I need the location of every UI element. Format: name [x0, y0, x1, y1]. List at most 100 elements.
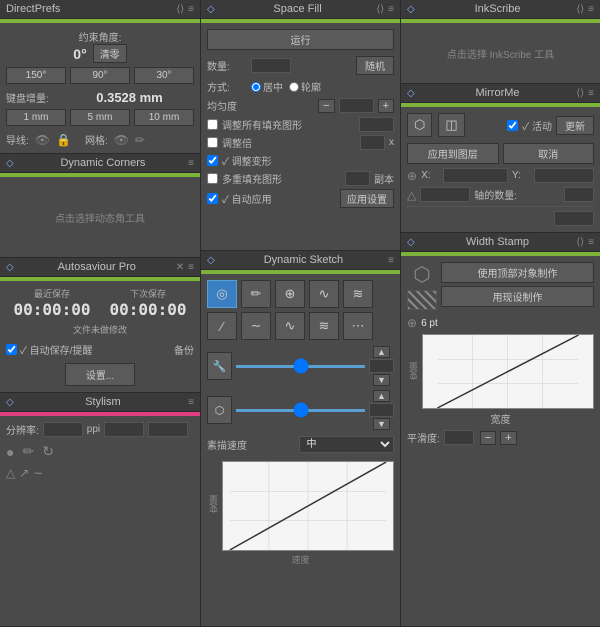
- slider-1[interactable]: [236, 365, 365, 368]
- res-input-1[interactable]: 300: [43, 422, 83, 437]
- cb1-checkbox[interactable]: [207, 119, 218, 130]
- inkscribe-collapse-icon[interactable]: ⟨⟩: [576, 4, 584, 15]
- tool-tilde[interactable]: ≋: [343, 280, 373, 308]
- slider1-up[interactable]: ▲: [373, 346, 390, 358]
- inkscribe-menu-icon[interactable]: ≡: [588, 4, 594, 15]
- copies-input[interactable]: 2: [345, 171, 370, 186]
- lock-icon[interactable]: 🔒: [56, 133, 71, 147]
- tool-circle[interactable]: ◎: [207, 280, 237, 308]
- percent-input[interactable]: 85%: [554, 211, 594, 226]
- auto-save-checkbox-label[interactable]: ✓ 自动保存/提醒: [6, 342, 92, 357]
- dynamic-sketch-header[interactable]: ◇ Dynamic Sketch ≡: [201, 251, 400, 270]
- slider1-down[interactable]: ▼: [373, 374, 390, 386]
- cb2-checkbox[interactable]: [207, 137, 218, 148]
- widthstamp-menu-icon[interactable]: ≡: [588, 237, 594, 248]
- edges-input[interactable]: 3: [564, 187, 594, 202]
- shape-icon2[interactable]: ⬡: [207, 396, 232, 424]
- tool-dots[interactable]: ⋯: [343, 312, 373, 340]
- active-checkbox[interactable]: [507, 120, 518, 131]
- menu-icon[interactable]: ≡: [188, 4, 194, 15]
- uniform-minus-btn[interactable]: −: [318, 99, 334, 113]
- collapse-icon[interactable]: ⟨⟩: [176, 4, 184, 15]
- tool-wave2[interactable]: ∿: [275, 312, 305, 340]
- widthstamp-main-icon[interactable]: ⬡: [413, 262, 430, 287]
- cb4-checkbox[interactable]: [207, 173, 218, 184]
- apply-settings-btn[interactable]: 应用设置: [340, 189, 394, 208]
- tool-plus[interactable]: ⊕: [275, 280, 305, 308]
- smooth-plus-btn[interactable]: +: [500, 431, 516, 445]
- mirrorme-header[interactable]: ◇ MirrorMe ⟨⟩ ≡: [401, 84, 600, 103]
- mirrorme-menu-icon[interactable]: ≡: [588, 88, 594, 99]
- apply-map-btn[interactable]: 应用到图层: [407, 143, 499, 164]
- x-input[interactable]: -34.572 mm: [443, 168, 508, 183]
- mirror-layers-btn[interactable]: ◫: [438, 113, 464, 137]
- autosaviour-menu-icon[interactable]: ≡: [188, 262, 194, 273]
- update-button[interactable]: 更新: [556, 116, 594, 135]
- angle-150-btn[interactable]: 150°: [6, 67, 66, 84]
- slider2-val[interactable]: 50: [369, 403, 394, 417]
- refresh-icon[interactable]: ↻: [42, 443, 54, 460]
- kerning-5mm-btn[interactable]: 5 mm: [70, 109, 130, 126]
- pct1-input[interactable]: 100%: [359, 117, 394, 132]
- smooth-input[interactable]: 1: [444, 430, 474, 445]
- ws-btn1[interactable]: 使用顶部对象制作: [441, 262, 594, 283]
- grid-eye-icon[interactable]: 👁: [114, 133, 129, 147]
- ws-btn2[interactable]: 用现设制作: [441, 286, 594, 307]
- slider2-down[interactable]: ▼: [373, 418, 390, 430]
- tool-pen[interactable]: ✏: [241, 280, 271, 308]
- widthstamp-collapse-icon[interactable]: ⟨⟩: [576, 237, 584, 248]
- random-button[interactable]: 随机: [356, 56, 394, 75]
- cancel-btn[interactable]: 取消: [503, 143, 595, 164]
- iron-icon[interactable]: 🔧: [207, 352, 232, 380]
- tool-slash[interactable]: ∕: [207, 312, 237, 340]
- settings-button[interactable]: 设置...: [65, 363, 135, 386]
- autosaviour-close-icon[interactable]: ✕: [176, 262, 184, 273]
- clear-button[interactable]: 清零: [93, 44, 127, 63]
- auto-save-checkbox[interactable]: [6, 344, 17, 355]
- circle-icon[interactable]: ●: [6, 444, 14, 460]
- uniform-plus-btn[interactable]: +: [378, 99, 394, 113]
- stylism-menu-icon[interactable]: ≡: [188, 397, 194, 408]
- spacefill-header[interactable]: ◇ Space Fill ⟨⟩ ≡: [201, 0, 400, 19]
- pen-icon[interactable]: ✏: [135, 133, 145, 147]
- angle-30-btn[interactable]: 30°: [134, 67, 194, 84]
- mirror-shape-btn[interactable]: ⬡: [407, 113, 432, 137]
- kerning-10mm-btn[interactable]: 10 mm: [134, 109, 194, 126]
- inkscribe-header[interactable]: ◇ InkScribe ⟨⟩ ≡: [401, 0, 600, 19]
- slider2-up[interactable]: ▲: [373, 390, 390, 402]
- slider-2[interactable]: [236, 409, 365, 412]
- spacefill-collapse-icon[interactable]: ⟨⟩: [376, 4, 384, 15]
- slider1-val[interactable]: 5: [369, 359, 394, 373]
- mirror-angle-input[interactable]: 0°: [420, 187, 470, 202]
- corners-menu-icon[interactable]: ≡: [188, 158, 194, 169]
- radio-outline[interactable]: 轮廓: [289, 79, 321, 94]
- dynsk-menu-icon[interactable]: ≡: [388, 255, 394, 266]
- run-button[interactable]: 运行: [207, 29, 394, 50]
- radio-center[interactable]: 居中: [251, 79, 283, 94]
- mirrorme-collapse-icon[interactable]: ⟨⟩: [576, 88, 584, 99]
- cb5-checkbox[interactable]: [207, 193, 218, 204]
- y-input[interactable]: 40.569 mm: [534, 168, 594, 183]
- res-input-3[interactable]: 300: [148, 422, 188, 437]
- smooth-minus-btn[interactable]: −: [480, 431, 496, 445]
- tool-wave[interactable]: ∿: [309, 280, 339, 308]
- arrow-icon[interactable]: ↗: [19, 466, 29, 480]
- speed-select[interactable]: 中 低 高: [299, 436, 395, 453]
- eye-icon[interactable]: 👁: [35, 133, 50, 147]
- num-input[interactable]: 0: [251, 58, 291, 73]
- stylism-header[interactable]: ◇ Stylism ≡: [0, 393, 200, 412]
- uniform-input[interactable]: 7: [339, 98, 374, 113]
- angle-90-btn[interactable]: 90°: [70, 67, 130, 84]
- shape-icon[interactable]: △: [6, 466, 15, 480]
- pen-tool-icon[interactable]: ✏: [22, 443, 34, 460]
- res-input-2[interactable]: 72: [104, 422, 144, 437]
- mult-input[interactable]: 2: [360, 135, 385, 150]
- autosaviour-header[interactable]: ◇ Autosaviour Pro ✕ ≡: [0, 258, 200, 277]
- kerning-1mm-btn[interactable]: 1 mm: [6, 109, 66, 126]
- spacefill-menu-icon[interactable]: ≡: [388, 4, 394, 15]
- cb3-checkbox[interactable]: [207, 155, 218, 166]
- dynamic-corners-header[interactable]: ◇ Dynamic Corners ≡: [0, 154, 200, 173]
- widthstamp-header[interactable]: ◇ Width Stamp ⟨⟩ ≡: [401, 233, 600, 252]
- tool-curve[interactable]: ∼: [241, 312, 271, 340]
- tool-sketch[interactable]: ≋: [309, 312, 339, 340]
